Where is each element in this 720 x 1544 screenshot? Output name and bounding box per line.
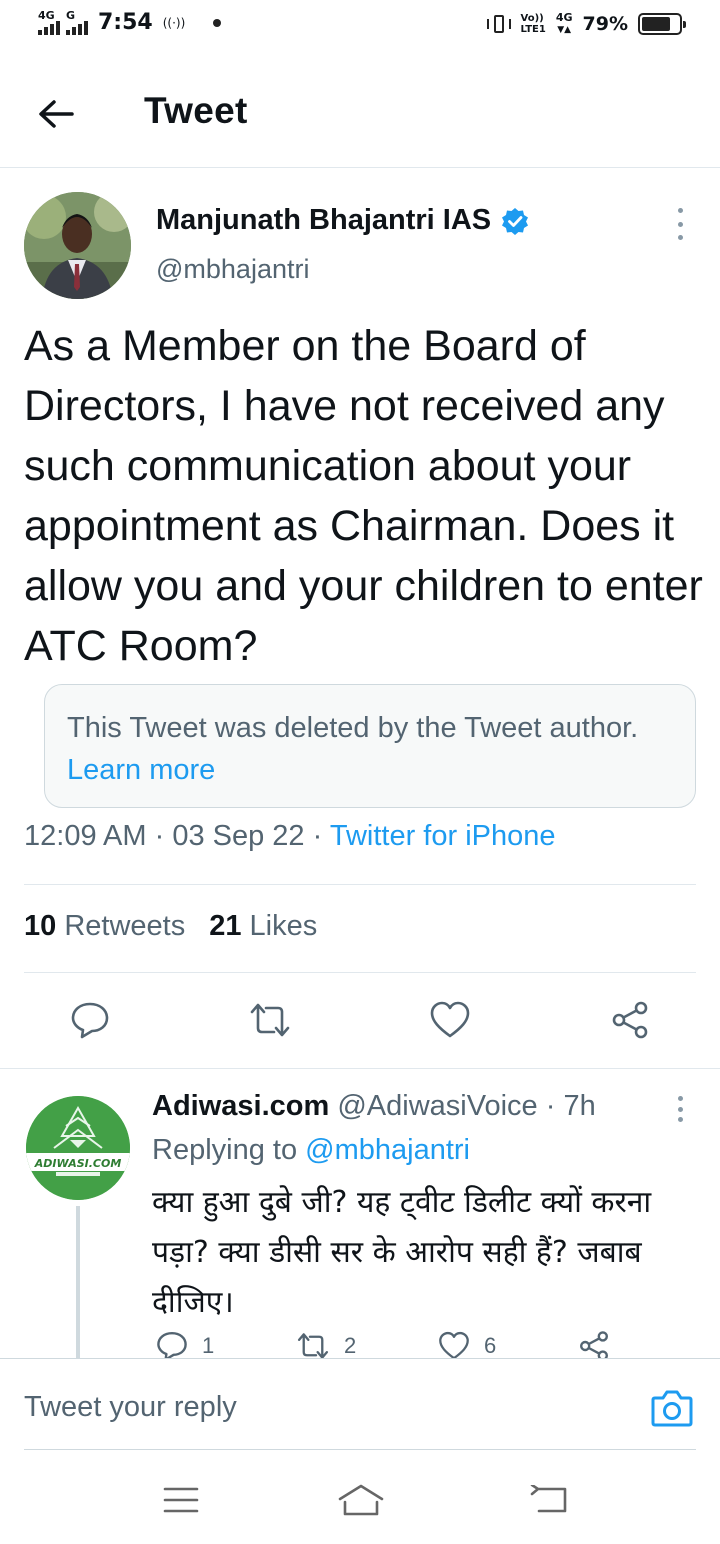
reply-text: क्या हुआ दुबे जी? यह ट्वीट डिलीट क्यों क… — [152, 1185, 652, 1320]
deleted-tweet-notice: This Tweet was deleted by the Tweet auth… — [44, 684, 696, 808]
retweet-icon — [250, 1003, 290, 1037]
status-bar: 4G G 7:54 ((·)) Vo)) LTE1 4G ▼▲ 79% — [0, 0, 720, 58]
retweets-stat[interactable]: 10 Retweets — [24, 910, 185, 943]
reply-author-name[interactable]: Adiwasi.com — [152, 1090, 329, 1122]
reply-like-count: 6 — [484, 1333, 497, 1358]
tweet-date: 03 Sep 22 — [172, 820, 305, 852]
network-4g-label: 4G — [555, 11, 573, 24]
home-icon — [338, 1484, 384, 1516]
tweet-meta: 12:09 AM · 03 Sep 22 · Twitter for iPhon… — [24, 820, 556, 853]
tweet-actions — [0, 998, 720, 1048]
reply-handle[interactable]: @AdiwasiVoice — [337, 1090, 537, 1122]
page-title: Tweet — [144, 90, 248, 131]
author-avatar[interactable] — [24, 192, 131, 299]
sim1-signal: 4G — [38, 10, 60, 35]
author-name[interactable]: Manjunath Bhajantri IAS — [156, 204, 491, 237]
status-right: Vo)) LTE1 4G ▼▲ 79% — [486, 12, 686, 36]
status-time: 7:54 — [98, 10, 153, 35]
battery-icon — [638, 13, 686, 35]
reply-header: Adiwasi.com @AdiwasiVoice · 7h — [152, 1090, 596, 1123]
menu-icon — [163, 1487, 199, 1513]
nav-home-button[interactable] — [336, 1480, 386, 1520]
reply-reply-count: 1 — [202, 1333, 215, 1358]
replying-to: Replying to @mbhajantri — [152, 1134, 470, 1167]
sim2-signal-bars-icon — [66, 21, 88, 35]
learn-more-link[interactable]: Learn more — [67, 754, 215, 786]
app-header: Tweet — [0, 58, 720, 168]
tweet-time: 12:09 AM — [24, 820, 147, 852]
status-left: 4G G 7:54 ((·)) — [38, 10, 222, 35]
sim2-signal: G — [66, 10, 88, 35]
notification-dot-icon — [213, 18, 222, 27]
more-vertical-icon — [677, 208, 683, 213]
reply-button[interactable] — [68, 998, 112, 1042]
tweet-source-link[interactable]: Twitter for iPhone — [330, 820, 556, 852]
comment-icon — [71, 1002, 109, 1039]
battery-percent: 79% — [582, 13, 628, 35]
volte-bottom: LTE1 — [520, 24, 546, 35]
tweet-stats: 10 Retweets 21 Likes — [24, 910, 317, 943]
volte-indicator: Vo)) LTE1 — [521, 13, 546, 35]
vibrate-icon — [486, 13, 511, 35]
network-4g-indicator: 4G ▼▲ — [556, 12, 573, 36]
camera-button[interactable] — [650, 1387, 694, 1429]
meta-separator: · — [154, 820, 165, 852]
retweet-button[interactable] — [248, 998, 292, 1042]
author-handle[interactable]: @mbhajantri — [156, 254, 309, 285]
author-photo-image — [24, 192, 131, 299]
divider — [0, 1068, 720, 1069]
system-nav-bar — [0, 1450, 720, 1544]
share-button[interactable] — [608, 998, 652, 1042]
divider — [24, 884, 696, 885]
reply-actions: 1 2 6 — [0, 1328, 720, 1362]
arrow-left-icon — [39, 100, 74, 128]
likes-count: 21 — [209, 910, 242, 942]
reply-separator: · — [545, 1090, 556, 1122]
adiwasi-logo-image: ADIWASI.COM — [26, 1096, 130, 1200]
replying-prefix: Replying to — [152, 1134, 298, 1166]
nav-menu-button[interactable] — [156, 1480, 206, 1520]
like-button[interactable] — [428, 998, 472, 1042]
reply-author-avatar[interactable]: ADIWASI.COM — [26, 1096, 130, 1200]
likes-stat[interactable]: 21 Likes — [209, 910, 317, 943]
more-vertical-icon — [677, 1096, 683, 1101]
data-arrows-icon: ▼▲ — [557, 25, 572, 35]
back-icon — [530, 1485, 567, 1513]
reply-more-options-button[interactable] — [674, 1096, 686, 1122]
divider — [24, 972, 696, 973]
reply-composer: Tweet your reply — [0, 1358, 720, 1451]
sim1-signal-bars-icon — [38, 21, 60, 35]
reply-input[interactable]: Tweet your reply — [24, 1391, 237, 1424]
avatar-logo-text: ADIWASI.COM — [34, 1157, 122, 1170]
sim2-label: G — [66, 9, 76, 22]
sim1-label: 4G — [38, 9, 55, 22]
heart-icon — [430, 1001, 470, 1038]
share-icon — [612, 1001, 648, 1039]
retweets-label: Retweets — [64, 910, 186, 942]
author-name-row: Manjunath Bhajantri IAS — [156, 204, 529, 237]
back-button[interactable] — [34, 92, 78, 136]
more-options-button[interactable] — [674, 208, 686, 240]
nav-back-button[interactable] — [524, 1480, 574, 1520]
likes-label: Likes — [249, 910, 318, 942]
verified-badge-icon — [502, 207, 529, 235]
deleted-notice-text: This Tweet was deleted by the Tweet auth… — [67, 712, 639, 744]
meta-separator: · — [312, 820, 323, 852]
hotspot-icon: ((·)) — [162, 15, 186, 30]
reply-retweet-count: 2 — [344, 1333, 357, 1358]
replying-to-link[interactable]: @mbhajantri — [305, 1134, 470, 1166]
camera-icon — [651, 1390, 693, 1427]
volte-top: Vo)) — [520, 13, 544, 24]
tweet-text: As a Member on the Board of Directors, I… — [24, 322, 703, 670]
reply-time: 7h — [563, 1090, 596, 1122]
retweets-count: 10 — [24, 910, 57, 942]
